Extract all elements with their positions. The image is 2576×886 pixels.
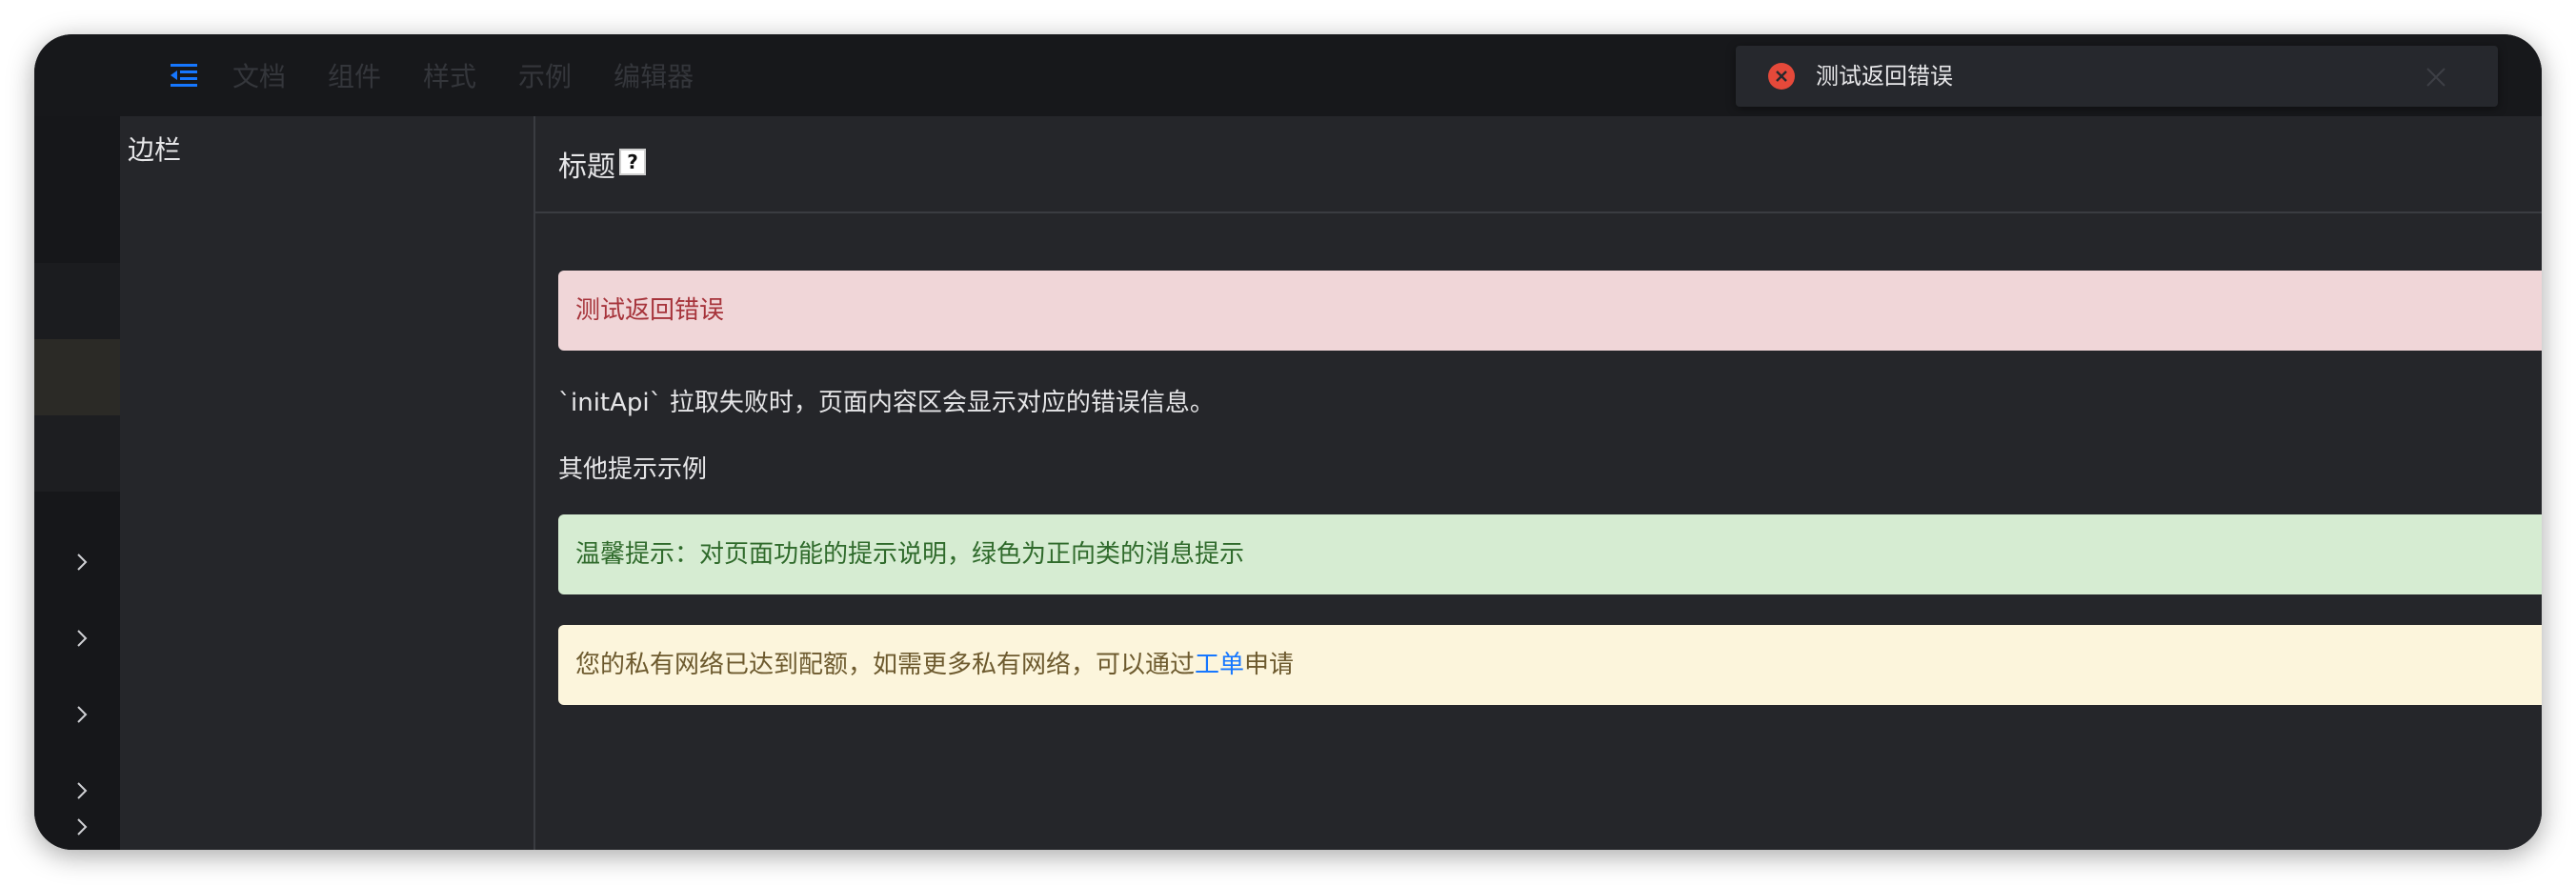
error-alert: 测试返回错误	[558, 271, 2542, 351]
chevron-right-icon[interactable]	[70, 779, 93, 802]
warning-alert-suffix: 申请	[1244, 651, 1295, 679]
chevron-right-icon[interactable]	[70, 627, 93, 650]
top-nav: 文档 组件 样式 示例 编辑器	[232, 34, 735, 116]
warning-alert-text: 您的私有网络已达到配额，如需更多私有网络，可以通过	[575, 651, 1196, 679]
page-title: 标题	[558, 151, 615, 184]
nav-item-components[interactable]: 组件	[328, 56, 381, 94]
warning-alert: 您的私有网络已达到配额，如需更多私有网络，可以通过工单申请	[558, 625, 2542, 705]
chevron-right-icon[interactable]	[70, 703, 93, 726]
rail-row[interactable]	[34, 187, 120, 263]
sidebar-title: 边栏	[128, 134, 182, 166]
nav-item-editor[interactable]: 编辑器	[614, 56, 694, 94]
icon-rail: 3	[34, 116, 120, 850]
app-window: 文档 组件 样式 示例 编辑器 测试返回错误 边栏 标题 ? 测试返回错误 `i…	[34, 34, 2542, 850]
error-circle-icon	[1768, 63, 1795, 90]
nav-item-docs[interactable]: 文档	[232, 56, 286, 94]
page-header: 标题 ?	[535, 116, 2542, 213]
rail-row[interactable]	[34, 263, 120, 339]
chevron-right-icon[interactable]	[70, 816, 93, 838]
ticket-link[interactable]: 工单	[1195, 651, 1244, 679]
rail-row-active[interactable]	[34, 339, 120, 415]
error-toast: 测试返回错误	[1736, 46, 2498, 107]
success-alert: 温馨提示：对页面功能的提示说明，绿色为正向类的消息提示	[558, 514, 2542, 594]
help-icon[interactable]: ?	[619, 149, 646, 175]
chevron-right-icon[interactable]	[70, 551, 93, 574]
toast-message: 测试返回错误	[1816, 63, 1953, 90]
top-bar: 文档 组件 样式 示例 编辑器 测试返回错误	[34, 34, 2542, 116]
close-icon[interactable]	[2425, 67, 2446, 88]
section-heading: 其他提示示例	[558, 455, 708, 484]
description-text: `initApi` 拉取失败时，页面内容区会显示对应的错误信息。	[558, 389, 1215, 417]
nav-item-examples[interactable]: 示例	[518, 56, 572, 94]
sidebar: 边栏	[120, 116, 535, 850]
menu-collapse-icon[interactable]	[160, 51, 208, 99]
rail-row[interactable]	[34, 415, 120, 492]
nav-item-styles[interactable]: 样式	[423, 56, 476, 94]
main-content: 标题 ? 测试返回错误 `initApi` 拉取失败时，页面内容区会显示对应的错…	[535, 116, 2542, 850]
